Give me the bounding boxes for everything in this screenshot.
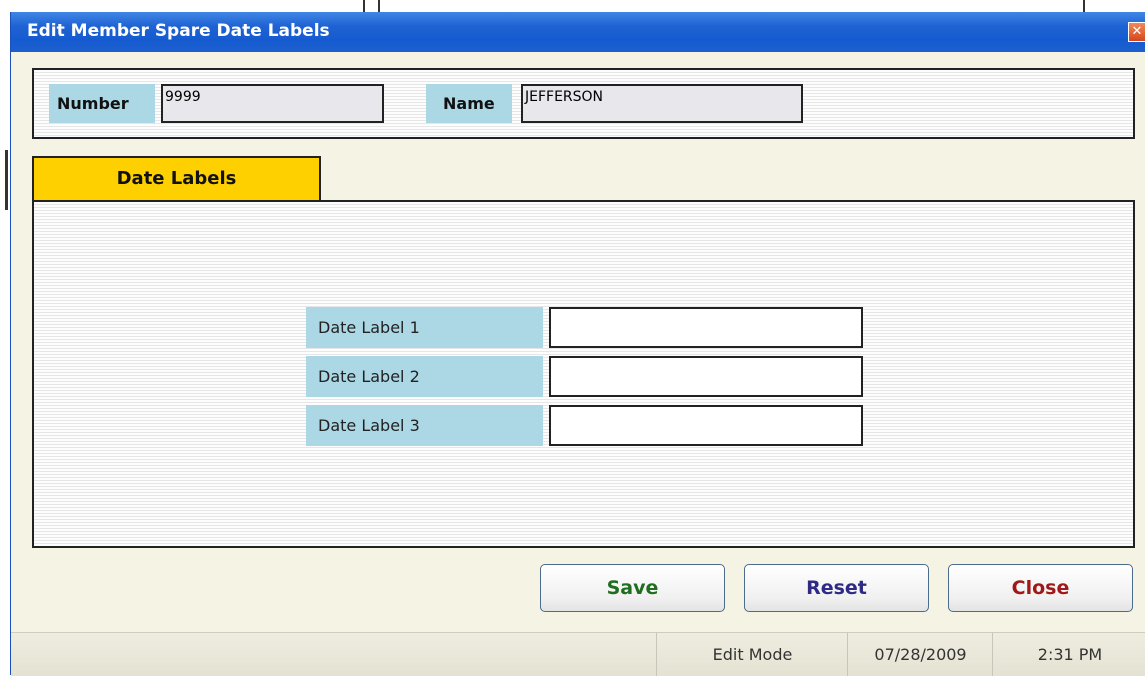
date-label-1-input[interactable] (549, 307, 863, 348)
save-button[interactable]: Save (540, 564, 725, 612)
date-label-3-label: Date Label 3 (306, 405, 543, 446)
name-label: Name (426, 84, 512, 123)
member-header: Number 9999 Name JEFFERSON (32, 68, 1135, 139)
background-divider (1083, 0, 1085, 12)
dialog-window: Edit Member Spare Date Labels ✕ Number 9… (10, 12, 1145, 676)
background-divider (378, 0, 380, 12)
background-divider (5, 150, 8, 210)
number-label: Number (49, 84, 155, 123)
background-divider (363, 0, 365, 12)
status-bar: Edit Mode 07/28/2009 2:31 PM (11, 632, 1145, 676)
status-time: 2:31 PM (992, 633, 1145, 676)
number-field[interactable]: 9999 (161, 84, 384, 123)
close-icon[interactable]: ✕ (1128, 22, 1145, 42)
date-label-3-input[interactable] (549, 405, 863, 446)
reset-button[interactable]: Reset (744, 564, 929, 612)
window-title: Edit Member Spare Date Labels (27, 21, 330, 41)
date-label-1-label: Date Label 1 (306, 307, 543, 348)
date-label-2-input[interactable] (549, 356, 863, 397)
name-field[interactable]: JEFFERSON (521, 84, 803, 123)
background-app-edge (0, 0, 10, 675)
tab-date-labels[interactable]: Date Labels (32, 156, 321, 202)
close-button[interactable]: Close (948, 564, 1133, 612)
status-mode: Edit Mode (656, 633, 848, 676)
title-bar[interactable]: Edit Member Spare Date Labels ✕ (11, 12, 1145, 52)
date-label-2-label: Date Label 2 (306, 356, 543, 397)
status-date: 07/28/2009 (847, 633, 993, 676)
date-labels-panel: Date Label 1 Date Label 2 Date Label 3 (32, 200, 1135, 548)
